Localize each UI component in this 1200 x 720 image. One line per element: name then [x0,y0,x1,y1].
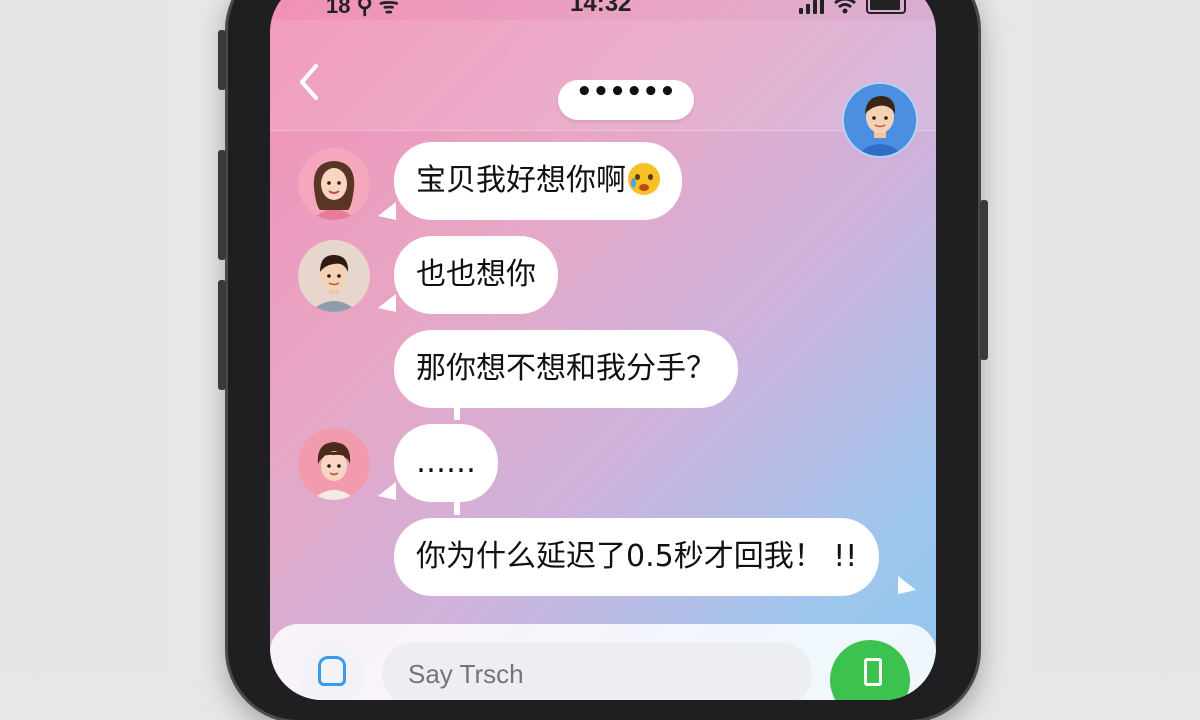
message-bubble[interactable]: 宝贝我好想你啊 [394,142,682,220]
input-bar [270,624,936,700]
message-bubble[interactable]: 也也想你 [394,236,558,314]
volume-up-button [218,150,226,260]
chat-header: •••••• [270,20,936,158]
send-button[interactable] [830,640,910,700]
voice-icon [318,656,346,686]
status-icons [799,0,906,14]
signal-icon [799,0,824,14]
status-time: 14:32 [570,0,632,17]
message-text: 那你想不想和我分手？ [416,351,716,386]
message-bubble[interactable]: 那你想不想和我分手？ [394,330,738,408]
chat-screen: 18 ⚲ ᯤ 14:32 •••••• 宝贝我好想你啊 也也想你 那你想不想和我… [270,0,936,700]
message-text: 你为什么延迟了0.5秒才回我！ !! [416,539,858,574]
sender-avatar-male[interactable] [298,240,370,312]
contact-avatar[interactable] [842,82,918,158]
status-bar: 18 ⚲ ᯤ 14:32 [270,0,936,22]
sender-avatar-female[interactable] [298,148,370,220]
status-carrier: 18 ⚲ ᯤ [326,0,399,18]
crying-face-icon [628,163,660,195]
power-button [980,200,988,360]
message-input[interactable] [382,642,812,700]
wifi-icon [834,0,856,14]
contact-avatar-image [844,84,916,156]
message-bubble[interactable]: 你为什么延迟了0.5秒才回我！ !! [394,518,880,596]
silent-switch [218,30,226,90]
chat-title: •••••• [558,79,694,120]
send-icon [864,658,882,686]
message-text: 也也想你 [416,257,536,292]
battery-icon [866,0,906,14]
voice-button[interactable] [300,642,364,700]
message-text: …… [416,445,476,480]
message-bubble[interactable]: …… [394,424,498,502]
sender-avatar-female-2[interactable] [298,428,370,500]
volume-down-button [218,280,226,390]
message-text: 宝贝我好想你啊 [416,163,626,198]
chevron-left-icon [300,64,318,100]
back-button[interactable] [294,62,324,102]
